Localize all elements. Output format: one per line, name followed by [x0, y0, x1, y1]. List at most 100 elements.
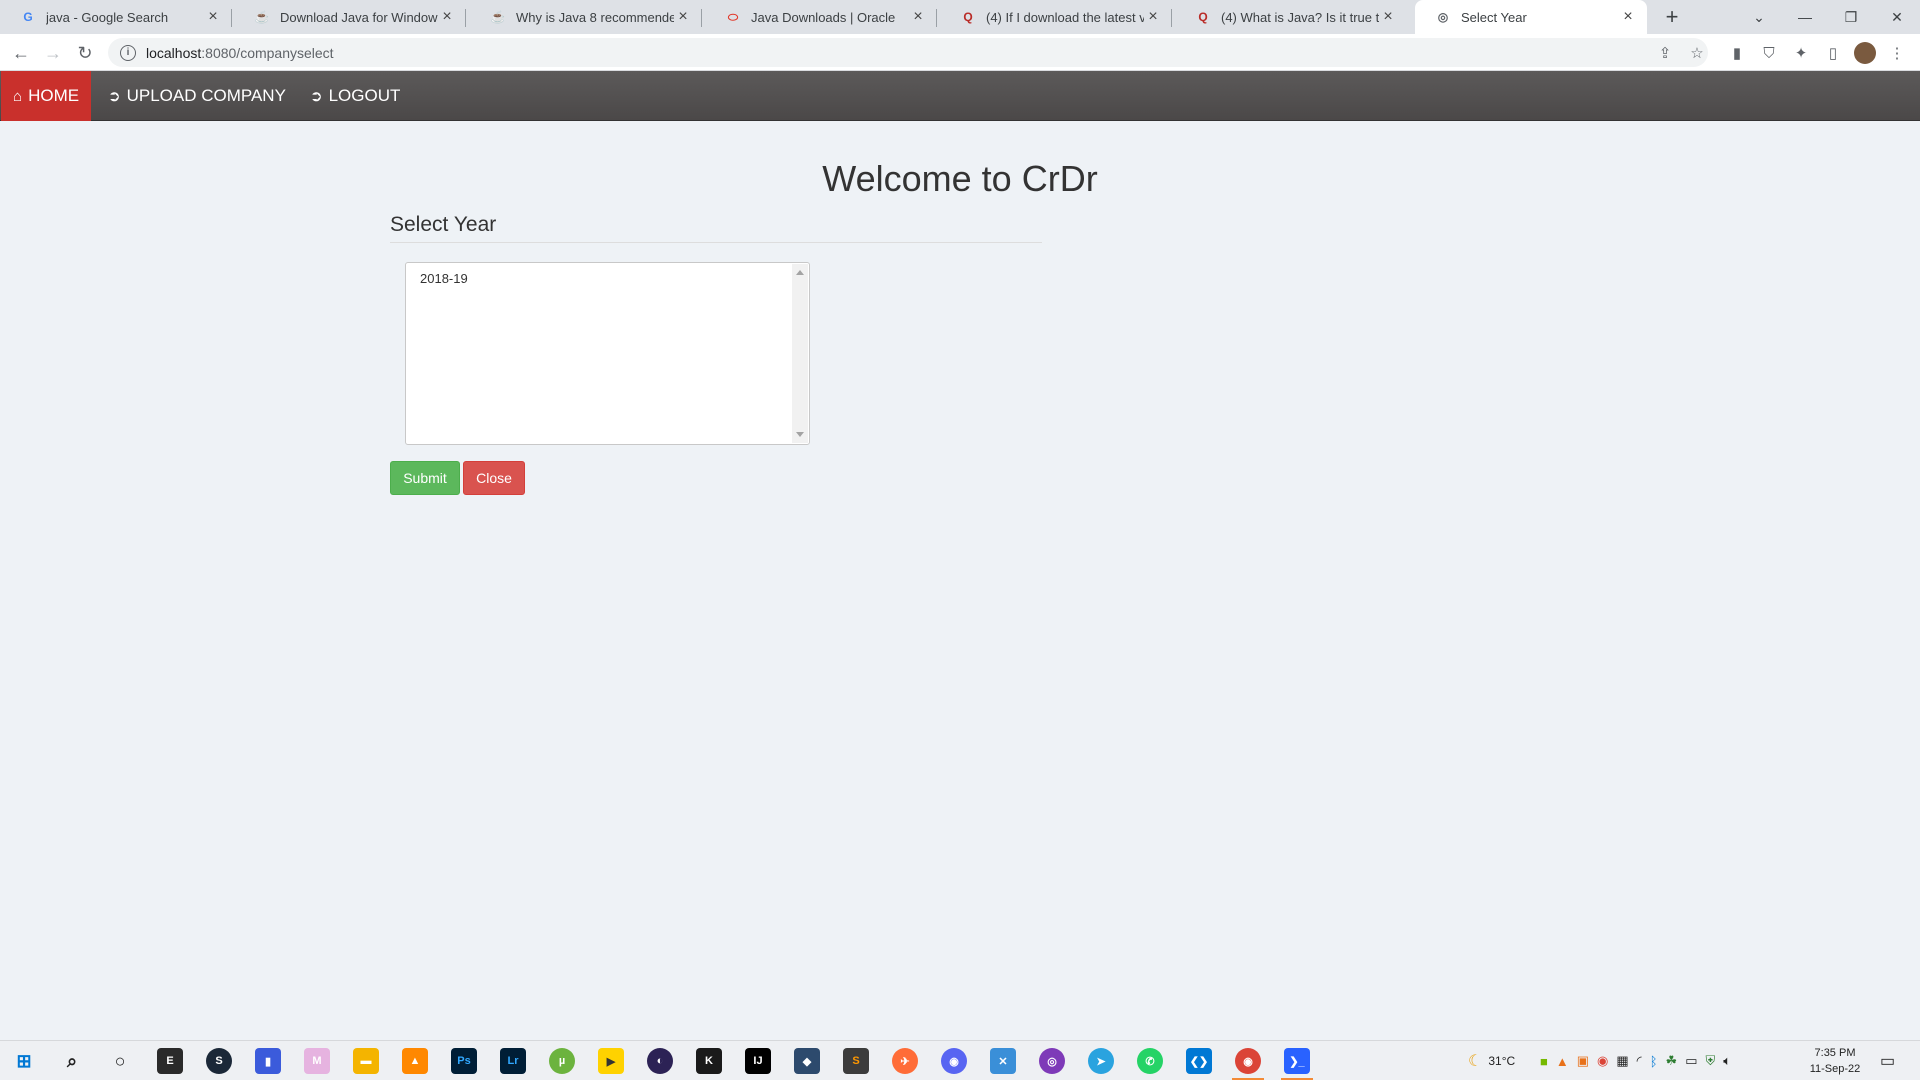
sign-in-icon: ➲ [310, 88, 323, 105]
restore-icon[interactable]: ❐ [1828, 0, 1874, 34]
close-tab-icon[interactable]: × [1619, 8, 1637, 26]
discord-icon[interactable]: ◉ [941, 1048, 967, 1074]
nav-logout[interactable]: ➲ LOGOUT [298, 71, 412, 121]
scroll-up-icon[interactable] [796, 270, 804, 275]
player-icon[interactable]: ▶ [598, 1048, 624, 1074]
windows-taskbar: ⊞ ⌕ ○ E S ▮ M ▬ ▲ Ps Lr µ ▶ ◐ K IJ ◆ S ✈… [0, 1040, 1920, 1080]
nav-upload-label: UPLOAD COMPANY [126, 86, 286, 105]
extension-bookmark-icon[interactable]: ▮ [1726, 42, 1748, 64]
wifi-icon[interactable]: ◜ [1637, 1053, 1642, 1069]
windows-start-icon[interactable]: ⊞ [11, 1048, 37, 1074]
app-icon[interactable]: M [304, 1048, 330, 1074]
nav-upload-company[interactable]: ➲ UPLOAD COMPANY [96, 71, 298, 121]
profile-avatar[interactable] [1854, 42, 1876, 64]
photoshop-icon[interactable]: Ps [451, 1048, 477, 1074]
weather-widget[interactable]: ☾ 31°C [1468, 1049, 1515, 1073]
share-icon[interactable]: ⇪ [1654, 42, 1676, 64]
app-icon[interactable]: ✕ [990, 1048, 1016, 1074]
volume-icon[interactable]: 🔈︎ [1723, 1053, 1731, 1069]
intellij-icon[interactable]: IJ [745, 1048, 771, 1074]
bookmark-star-icon[interactable]: ☆ [1686, 42, 1708, 64]
close-window-icon[interactable]: ✕ [1874, 0, 1920, 34]
notifications-icon[interactable]: ▭ [1880, 1049, 1895, 1073]
browser-tab[interactable]: ☕ Download Java for Windows × [234, 0, 466, 34]
chrome-icon[interactable]: ◉ [1235, 1048, 1261, 1074]
eclipse-icon[interactable]: ◐ [647, 1048, 673, 1074]
browser-tab[interactable]: ☕ Why is Java 8 recommended? × [470, 0, 702, 34]
close-tab-icon[interactable]: × [438, 8, 456, 26]
chrome-tray-icon[interactable]: ◉ [1597, 1053, 1608, 1069]
minimize-icon[interactable]: — [1782, 0, 1828, 34]
epic-games-icon[interactable]: E [157, 1048, 183, 1074]
close-tab-icon[interactable]: × [204, 8, 222, 26]
browser-tab[interactable]: Q (4) What is Java? Is it true that 3 × [1175, 0, 1407, 34]
lightroom-icon[interactable]: Lr [500, 1048, 526, 1074]
submit-button[interactable]: Submit [390, 461, 460, 495]
tab-title: java - Google Search [46, 9, 169, 25]
nav-home[interactable]: ⌂ HOME [1, 71, 92, 121]
tray-app-icon[interactable]: ▦ [1616, 1053, 1628, 1069]
close-button[interactable]: Close [463, 461, 525, 495]
close-tab-icon[interactable]: × [1144, 8, 1162, 26]
java-favicon-icon: ☕ [490, 10, 506, 24]
year-option[interactable]: 2018-19 [420, 271, 468, 286]
url-path: :8080/companyselect [201, 44, 334, 61]
reload-icon[interactable]: ↻ [72, 40, 98, 66]
sublime-text-icon[interactable]: S [843, 1048, 869, 1074]
nvidia-icon[interactable]: ■ [1540, 1054, 1548, 1069]
scroll-down-icon[interactable] [796, 432, 804, 437]
security-icon[interactable]: ⛨ [1705, 1053, 1715, 1069]
extensions-puzzle-icon[interactable]: ✦ [1790, 42, 1812, 64]
tab-title: (4) What is Java? Is it true that 3 [1221, 9, 1379, 25]
tray-app-icon[interactable]: ▲ [1556, 1054, 1569, 1069]
clock[interactable]: 7:35 PM 11-Sep-22 [1800, 1045, 1870, 1077]
search-icon[interactable]: ⌕ [59, 1048, 85, 1074]
whatsapp-icon[interactable]: ✆ [1137, 1048, 1163, 1074]
vlc-icon[interactable]: ▲ [402, 1048, 428, 1074]
nav-logout-label: LOGOUT [328, 86, 401, 105]
powershell-icon[interactable]: ❯_ [1284, 1048, 1310, 1074]
shield-extension-icon[interactable]: ⛉ [1758, 42, 1780, 64]
sign-in-icon: ➲ [108, 88, 121, 105]
year-listbox[interactable]: 2018-19 [405, 262, 810, 445]
more-menu-icon[interactable]: ⋮ [1886, 42, 1908, 64]
app-icon[interactable]: K [696, 1048, 722, 1074]
select-year-legend: Select Year [390, 213, 1042, 243]
system-tray: ■ ▲ ▣ ◉ ▦ ◜ ᛒ ☘ ▭ ⛨ 🔈︎ [1540, 1049, 1731, 1073]
site-info-icon[interactable]: i [120, 44, 136, 61]
browser-tab-active[interactable]: ◎ Select Year × [1415, 0, 1647, 34]
browser-tab[interactable]: G java - Google Search × [0, 0, 232, 34]
home-icon: ⌂ [13, 87, 23, 105]
new-tab-icon[interactable]: + [1660, 4, 1684, 29]
tray-app-icon[interactable]: ▣ [1577, 1053, 1589, 1069]
telegram-icon[interactable]: ➤ [1088, 1048, 1114, 1074]
utorrent-icon[interactable]: µ [549, 1048, 575, 1074]
steam-icon[interactable]: S [206, 1048, 232, 1074]
address-bar[interactable]: i localhost:8080/companyselect [108, 38, 1708, 67]
back-icon[interactable]: ← [8, 40, 34, 66]
clock-time: 7:35 PM [1814, 1047, 1856, 1059]
tab-search-icon[interactable]: ⌄ [1736, 0, 1782, 34]
listbox-scrollbar[interactable] [792, 264, 808, 443]
browser-tab[interactable]: ⬭ Java Downloads | Oracle × [705, 0, 937, 34]
google-favicon-icon: G [23, 10, 33, 24]
postman-icon[interactable]: ✈ [892, 1048, 918, 1074]
tray-app-icon[interactable]: ☘ [1666, 1053, 1678, 1069]
close-tab-icon[interactable]: × [909, 8, 927, 26]
moon-icon: ☾ [1468, 1053, 1483, 1070]
vscode-icon[interactable]: ❮❯ [1186, 1048, 1212, 1074]
notes-app-icon[interactable]: ▮ [255, 1048, 281, 1074]
tab-title: Java Downloads | Oracle [751, 9, 896, 25]
tor-icon[interactable]: ◎ [1039, 1048, 1065, 1074]
bluetooth-icon[interactable]: ᛒ [1650, 1054, 1658, 1069]
browser-tab[interactable]: Q (4) If I download the latest versio × [940, 0, 1172, 34]
file-explorer-icon[interactable]: ▬ [353, 1048, 379, 1074]
side-panel-icon[interactable]: ▯ [1822, 42, 1844, 64]
forward-icon[interactable]: → [40, 40, 66, 66]
battery-icon[interactable]: ▭ [1685, 1053, 1697, 1069]
app-icon[interactable]: ◆ [794, 1048, 820, 1074]
cortana-icon[interactable]: ○ [107, 1048, 133, 1074]
close-tab-icon[interactable]: × [1379, 8, 1397, 26]
close-tab-icon[interactable]: × [674, 8, 692, 26]
quora-favicon-icon: Q [963, 10, 973, 24]
